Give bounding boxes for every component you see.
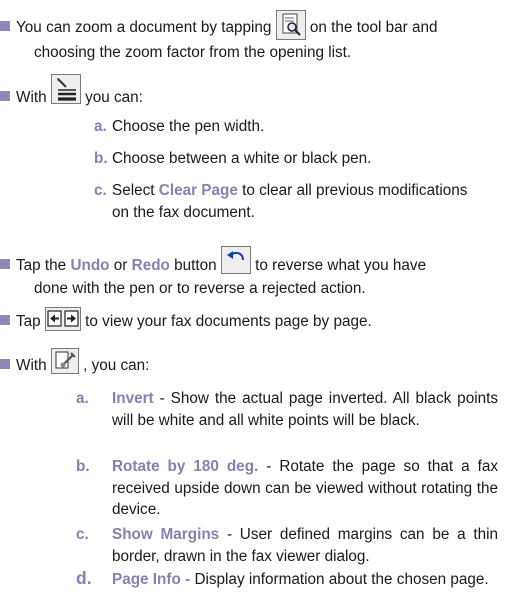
document-page: You can zoom a document by tapping on th… bbox=[0, 0, 510, 609]
rotate-label: Rotate by 180 deg. bbox=[112, 458, 259, 475]
text: With bbox=[16, 89, 47, 106]
text: you can: bbox=[85, 89, 143, 106]
tools-icon bbox=[50, 348, 79, 374]
list-item: c. Show Margins - User defined margins ca… bbox=[76, 524, 498, 567]
text: to clear all previous modifications bbox=[242, 182, 468, 199]
list-letter: a. bbox=[94, 118, 107, 135]
text: button bbox=[174, 257, 217, 274]
list-letter: c. bbox=[94, 182, 107, 199]
bullet-square bbox=[0, 91, 10, 101]
list-letter: a. bbox=[76, 390, 89, 407]
bullet-zoom: You can zoom a document by tapping on th… bbox=[0, 10, 500, 64]
list-letter: b. bbox=[94, 150, 108, 167]
list-item: b. Rotate by 180 deg. - Rotate the page s… bbox=[76, 456, 498, 521]
list-letter: c. bbox=[76, 526, 89, 543]
clear-page-label: Clear Page bbox=[158, 182, 238, 199]
page-nav-icons bbox=[44, 307, 81, 331]
list-letter: b. bbox=[76, 458, 90, 475]
bullet-square bbox=[0, 259, 10, 269]
text: Choose between a white or black pen. bbox=[112, 150, 372, 167]
text: choosing the zoom factor from the openin… bbox=[34, 44, 352, 61]
list-item: a. Choose the pen width. bbox=[94, 116, 498, 138]
text: Tap the bbox=[16, 257, 67, 274]
undo-label: Undo bbox=[70, 257, 110, 274]
text: Display information about the chosen pag… bbox=[194, 571, 489, 588]
list-item: d. Page Info - Display information about … bbox=[76, 566, 498, 591]
list-letter: d. bbox=[76, 568, 92, 588]
list-item: b. Choose between a white or black pen. bbox=[94, 148, 498, 170]
previous-page-icon bbox=[47, 310, 62, 327]
text: Tap bbox=[16, 313, 41, 330]
bullet-square bbox=[0, 315, 10, 325]
page-info-label: Page Info - bbox=[112, 571, 191, 588]
pen-icon bbox=[50, 74, 81, 104]
next-page-icon bbox=[64, 310, 79, 327]
zoom-page-icon bbox=[275, 10, 306, 40]
text: on the tool bar and bbox=[309, 19, 438, 36]
list-item: c. Select Clear Page to clear all previou… bbox=[94, 180, 498, 223]
bullet-tools: With , you can: bbox=[0, 348, 500, 377]
bullet-page-nav: Tap to view your fax documents page by p… bbox=[0, 307, 500, 333]
text: Choose the pen width. bbox=[112, 118, 265, 135]
bullet-square bbox=[0, 21, 10, 31]
text: - Show the actual page inverted. All bla… bbox=[112, 390, 499, 429]
text: on the fax document. bbox=[112, 203, 255, 221]
undo-icon bbox=[220, 246, 251, 274]
text: You can zoom a document by tapping bbox=[16, 19, 272, 36]
bullet-undo: Tap the Undo or Redo button to reverse w… bbox=[0, 246, 500, 299]
list-item: a. Invert - Show the actual page inverted… bbox=[76, 388, 499, 431]
text: to reverse what you have bbox=[255, 257, 427, 274]
text: With bbox=[16, 357, 47, 374]
redo-label: Redo bbox=[131, 257, 170, 274]
invert-label: Invert bbox=[112, 390, 154, 407]
text: , you can: bbox=[83, 357, 150, 374]
text: to view your fax documents page by page. bbox=[85, 313, 372, 330]
bullet-pen: With you can: bbox=[0, 74, 500, 109]
show-margins-label: Show Margins bbox=[112, 526, 220, 543]
text: done with the pen or to reverse a reject… bbox=[34, 279, 366, 297]
text: or bbox=[113, 257, 128, 274]
bullet-square bbox=[0, 359, 10, 369]
text: Select bbox=[112, 182, 155, 199]
